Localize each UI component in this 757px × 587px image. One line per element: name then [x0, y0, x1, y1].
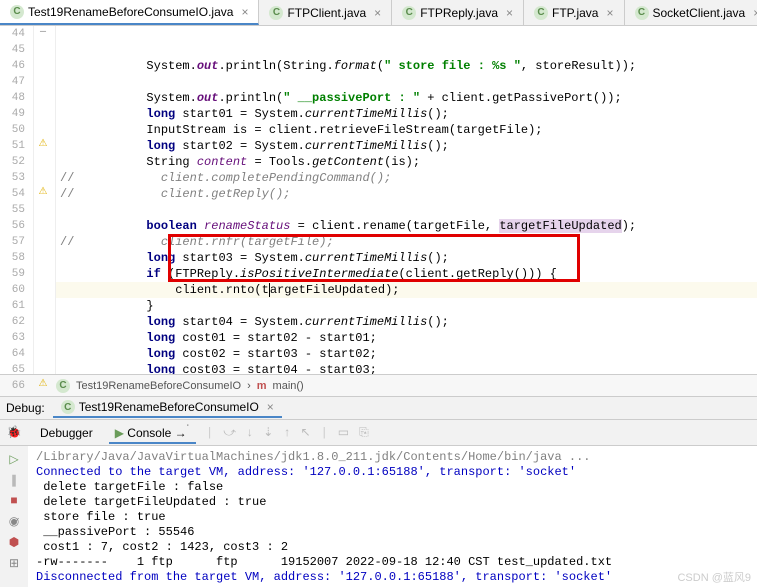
- code-line[interactable]: System.out.println(String.format(" store…: [56, 58, 757, 74]
- console-output[interactable]: /Library/Java/JavaVirtualMachines/jdk1.8…: [28, 446, 757, 587]
- breadcrumb-file: Test19RenameBeforeConsumeIO: [76, 380, 241, 392]
- class-icon: C: [61, 400, 75, 414]
- code-line[interactable]: boolean renameStatus = client.rename(tar…: [56, 218, 757, 234]
- layout-icon[interactable]: ⊞: [0, 556, 28, 571]
- code-line[interactable]: if (FTPReply.isPositiveIntermediate(clie…: [56, 266, 757, 282]
- breadcrumb-method: main(): [273, 380, 304, 392]
- class-icon: C: [534, 6, 548, 20]
- console-line: -rw------- 1 ftp ftp 19152007 2022-09-18…: [36, 555, 749, 570]
- method-icon: m: [257, 380, 267, 392]
- pause-icon[interactable]: ∥: [0, 473, 28, 488]
- console-wrap: ▷ ∥ ■ ◉̷ ⬢ ⊞ /Library/Java/JavaVirtualMa…: [0, 446, 757, 587]
- evaluate-icon[interactable]: ▭: [338, 425, 349, 440]
- code-line[interactable]: [56, 74, 757, 90]
- code-line[interactable]: [56, 202, 757, 218]
- code-line[interactable]: client.rnto(targetFileUpdated);: [56, 282, 757, 298]
- code-line[interactable]: long start03 = System.currentTimeMillis(…: [56, 250, 757, 266]
- code-line[interactable]: long cost03 = start04 - start03;: [56, 362, 757, 374]
- file-tab[interactable]: CFTPReply.java×: [392, 0, 524, 25]
- code-line[interactable]: // client.completePendingCommand();: [56, 170, 757, 186]
- class-icon: C: [635, 6, 649, 20]
- stop-icon[interactable]: ■: [0, 494, 28, 508]
- tab-debugger[interactable]: Debugger: [34, 424, 99, 442]
- file-tab[interactable]: CFTPClient.java×: [259, 0, 392, 25]
- debug-side-buttons: ▷ ∥ ■ ◉̷ ⬢ ⊞: [0, 446, 28, 587]
- close-icon[interactable]: ×: [506, 6, 513, 20]
- console-line: store file : true: [36, 510, 749, 525]
- code-line[interactable]: System.out.println(" __passivePort : " +…: [56, 90, 757, 106]
- console-line: Disconnected from the target VM, address…: [36, 570, 749, 585]
- class-icon: C: [402, 6, 416, 20]
- code-line[interactable]: String content = Tools.getContent(is);: [56, 154, 757, 170]
- file-tab[interactable]: CSocketClient.java×: [625, 0, 757, 25]
- close-icon[interactable]: ×: [374, 6, 381, 20]
- debug-header: Debug: C Test19RenameBeforeConsumeIO ×: [0, 396, 757, 420]
- console-line: cost1 : 7, cost2 : 1423, cost3 : 2: [36, 540, 749, 555]
- step-into-icon[interactable]: ↓: [246, 426, 253, 440]
- code-line[interactable]: long cost02 = start03 - start02;: [56, 346, 757, 362]
- debug-run-tab[interactable]: C Test19RenameBeforeConsumeIO ×: [53, 398, 282, 418]
- class-icon: C: [56, 379, 70, 393]
- breadcrumb[interactable]: C Test19RenameBeforeConsumeIO › m main(): [0, 374, 757, 396]
- file-tabs: CTest19RenameBeforeConsumeIO.java×CFTPCl…: [0, 0, 757, 26]
- watermark: CSDN @蓝风9: [677, 569, 751, 585]
- close-icon[interactable]: ×: [241, 5, 248, 19]
- close-icon[interactable]: ×: [753, 6, 757, 20]
- debug-toolbar: 🐞 Debugger ▶ Console →˙ | ⤻ ↓ ⇣ ↑ ↖ | ▭ …: [0, 420, 757, 446]
- view-breakpoints-icon[interactable]: ◉̷: [0, 514, 28, 529]
- file-tab[interactable]: CFTP.java×: [524, 0, 624, 25]
- console-line: __passivePort : 55546: [36, 525, 749, 540]
- file-tab[interactable]: CTest19RenameBeforeConsumeIO.java×: [0, 0, 259, 25]
- force-step-into-icon[interactable]: ⇣: [263, 425, 273, 440]
- editor: 4445464748495051525354555657585960616263…: [0, 26, 757, 374]
- step-out-icon[interactable]: ↑: [283, 426, 290, 440]
- code-line[interactable]: InputStream is = client.retrieveFileStre…: [56, 122, 757, 138]
- mute-breakpoints-icon[interactable]: ⬢: [0, 535, 28, 550]
- debug-label: Debug:: [6, 401, 45, 415]
- class-icon: C: [10, 5, 24, 19]
- console-line: /Library/Java/JavaVirtualMachines/jdk1.8…: [36, 450, 749, 465]
- code-line[interactable]: // client.rnfr(targetFile);: [56, 234, 757, 250]
- editor-marks: — ⚠ ⚠ ⚠: [34, 26, 56, 374]
- code-line[interactable]: }: [56, 298, 757, 314]
- console-line: delete targetFileUpdated : true: [36, 495, 749, 510]
- tab-console[interactable]: ▶ Console →˙: [109, 422, 196, 444]
- chevron-right-icon: ›: [247, 380, 251, 392]
- rerun-icon[interactable]: ▷: [0, 452, 28, 467]
- resume-icon[interactable]: 🐞: [7, 426, 22, 440]
- code-line[interactable]: // client.getReply();: [56, 186, 757, 202]
- trace-icon[interactable]: ⎘: [359, 426, 369, 440]
- code-line[interactable]: long cost01 = start02 - start01;: [56, 330, 757, 346]
- code-line[interactable]: long start01 = System.currentTimeMillis(…: [56, 106, 757, 122]
- close-icon[interactable]: ×: [606, 6, 613, 20]
- step-over-icon[interactable]: ⤻: [223, 426, 236, 440]
- code-line[interactable]: long start02 = System.currentTimeMillis(…: [56, 138, 757, 154]
- line-gutter: 4445464748495051525354555657585960616263…: [0, 26, 34, 374]
- console-line: delete targetFile : false: [36, 480, 749, 495]
- close-icon[interactable]: ×: [267, 400, 274, 414]
- class-icon: C: [269, 6, 283, 20]
- code-area[interactable]: System.out.println(String.format(" store…: [56, 26, 757, 374]
- code-line[interactable]: long start04 = System.currentTimeMillis(…: [56, 314, 757, 330]
- drop-frame-icon[interactable]: ↖: [301, 425, 311, 440]
- console-line: Connected to the target VM, address: '12…: [36, 465, 749, 480]
